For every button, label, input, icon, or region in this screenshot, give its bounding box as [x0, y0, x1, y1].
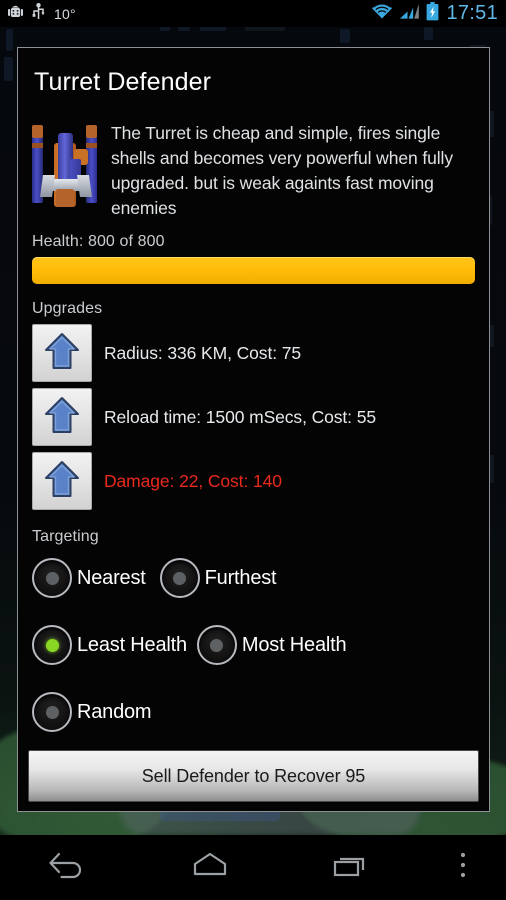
- defender-info-dialog: Turret Defender The Turret is cheap and …: [17, 47, 490, 812]
- health-bar: [32, 257, 475, 284]
- radio-random-label: Random: [77, 700, 152, 723]
- targeting-row-1: Nearest Furthest: [28, 558, 479, 598]
- upgrade-row-reload[interactable]: Reload time: 1500 mSecs, Cost: 55: [28, 388, 479, 446]
- upgrade-row-radius[interactable]: Radius: 336 KM, Cost: 75: [28, 324, 479, 382]
- battery-charging-icon: [426, 1, 439, 26]
- overflow-menu-icon: [458, 850, 468, 885]
- up-arrow-icon: [44, 395, 80, 440]
- back-icon: [46, 849, 94, 886]
- nav-overflow-menu-button[interactable]: [420, 835, 506, 900]
- health-label: Health: 800 of 800: [32, 233, 165, 250]
- targeting-section-label: Targeting: [32, 528, 99, 545]
- phone-screen: 10° 17:51 Turret Defender The Turret is …: [0, 0, 506, 900]
- upgrade-reload-button[interactable]: [32, 388, 92, 446]
- wifi-icon: [371, 2, 393, 25]
- radio-most-health-label: Most Health: [241, 633, 347, 656]
- radio-random[interactable]: [32, 692, 72, 732]
- radio-most-health[interactable]: [196, 625, 237, 665]
- upgrade-damage-button[interactable]: [32, 452, 92, 510]
- radio-option-least-health[interactable]: Least Health: [32, 625, 187, 665]
- radio-least-health-label: Least Health: [77, 633, 187, 656]
- page-title: Turret Defender: [34, 68, 212, 96]
- radio-furthest-label: Furthest: [204, 566, 277, 589]
- targeting-row-3: Random: [28, 692, 479, 732]
- home-icon: [188, 849, 232, 886]
- usb-icon: [32, 2, 45, 25]
- nav-home-button[interactable]: [140, 835, 280, 900]
- up-arrow-icon: [44, 459, 80, 504]
- radio-least-health[interactable]: [32, 625, 72, 665]
- upgrade-radius-button[interactable]: [32, 324, 92, 382]
- upgrade-reload-label: Reload time: 1500 mSecs, Cost: 55: [104, 406, 376, 427]
- nav-recents-button[interactable]: [280, 835, 420, 900]
- turret-sprite-icon: [30, 119, 102, 211]
- cellular-signal-icon: [400, 3, 420, 25]
- radio-option-nearest[interactable]: Nearest: [32, 558, 146, 598]
- radio-furthest[interactable]: [159, 558, 200, 598]
- android-navigation-bar: [0, 835, 506, 900]
- sell-defender-button[interactable]: Sell Defender to Recover 95: [28, 750, 479, 802]
- android-debug-icon: [8, 3, 23, 25]
- upgrade-row-damage[interactable]: Damage: 22, Cost: 140: [28, 452, 479, 510]
- description-row: The Turret is cheap and simple, fires si…: [28, 119, 479, 221]
- description-text: The Turret is cheap and simple, fires si…: [111, 123, 453, 218]
- status-bar-clock: 17:51: [446, 2, 498, 24]
- recents-icon: [328, 849, 372, 886]
- status-bar: 10° 17:51: [0, 0, 506, 27]
- health-bar-fill: [32, 257, 475, 284]
- temperature-indicator: 10°: [54, 5, 76, 22]
- radio-nearest-label: Nearest: [77, 566, 146, 589]
- upgrade-radius-label: Radius: 336 KM, Cost: 75: [104, 342, 302, 363]
- radio-nearest[interactable]: [32, 558, 72, 598]
- targeting-row-2: Least Health Most Health: [28, 625, 479, 665]
- radio-option-random[interactable]: Random: [32, 692, 152, 732]
- nav-back-button[interactable]: [0, 835, 140, 900]
- radio-option-furthest[interactable]: Furthest: [159, 558, 277, 598]
- upgrade-damage-label: Damage: 22, Cost: 140: [104, 470, 282, 491]
- radio-option-most-health[interactable]: Most Health: [196, 625, 347, 665]
- up-arrow-icon: [44, 331, 80, 376]
- upgrades-section-label: Upgrades: [32, 300, 103, 317]
